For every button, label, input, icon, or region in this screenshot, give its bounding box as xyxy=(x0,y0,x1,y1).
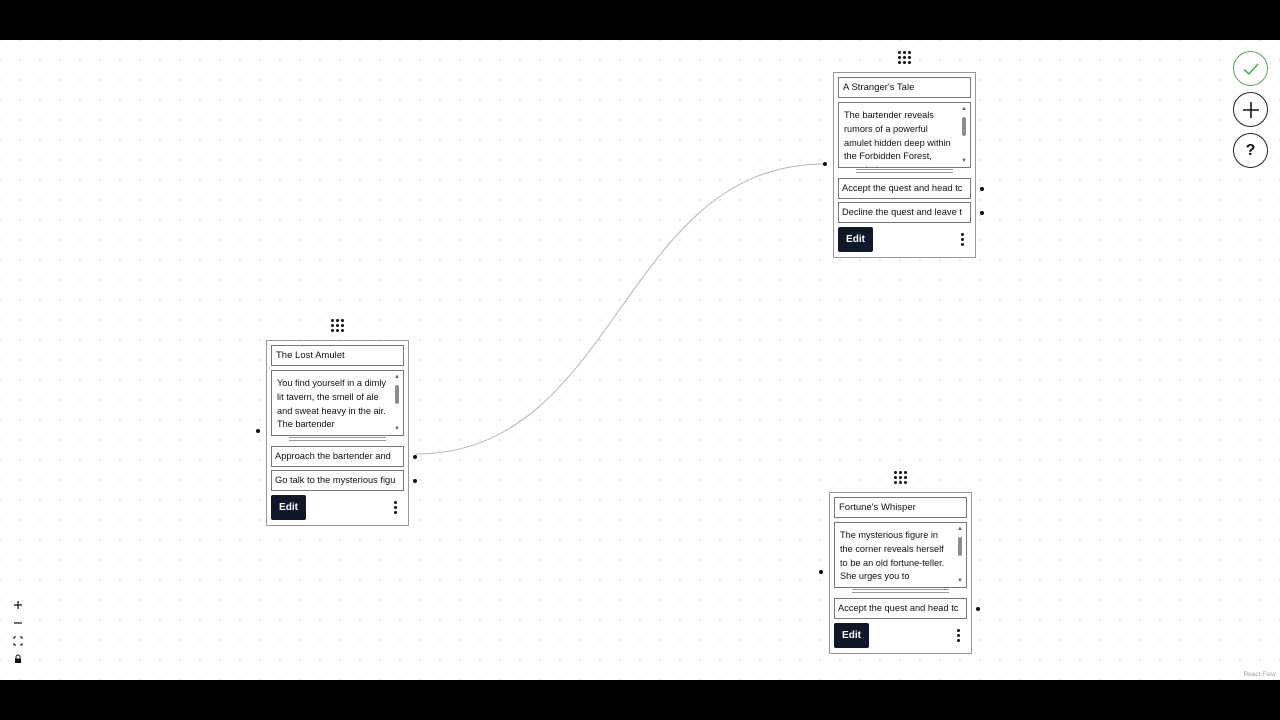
node-title-input[interactable] xyxy=(838,77,971,98)
story-text-area[interactable]: You find yourself in a dimly lit tavern,… xyxy=(271,370,404,436)
check-icon xyxy=(1242,62,1259,75)
choice-item[interactable]: Accept the quest and head tc xyxy=(838,178,984,199)
story-text-area[interactable]: The bartender reveals rumors of a powerf… xyxy=(838,102,971,168)
save-button[interactable] xyxy=(1233,51,1268,86)
resize-grip[interactable] xyxy=(852,588,949,595)
story-node[interactable]: The bartender reveals rumors of a powerf… xyxy=(823,50,984,258)
choice-item[interactable]: Accept the quest and head tc xyxy=(834,598,980,619)
flow-controls xyxy=(9,596,27,668)
node-footer: Edit xyxy=(271,495,404,520)
scroll-thumb[interactable] xyxy=(958,537,962,556)
target-handle[interactable] xyxy=(823,162,827,166)
scroll-up-arrow-icon[interactable]: ▲ xyxy=(394,374,400,380)
more-options-icon[interactable] xyxy=(388,498,402,518)
choice-text: Accept the quest and head tc xyxy=(838,603,959,613)
story-text: The bartender reveals rumors of a powerf… xyxy=(844,110,951,167)
scrollbar[interactable]: ▲ ▼ xyxy=(394,374,400,432)
resize-grip[interactable] xyxy=(289,436,386,443)
choice-text: Decline the quest and leave t xyxy=(842,207,962,217)
choice-item[interactable]: Decline the quest and leave t xyxy=(838,202,984,223)
lock-icon xyxy=(15,654,21,663)
add-node-button[interactable] xyxy=(1233,92,1268,127)
source-handle[interactable] xyxy=(413,455,417,459)
choice-text: Accept the quest and head tc xyxy=(842,183,963,193)
edit-button[interactable]: Edit xyxy=(838,227,873,252)
react-flow-attribution[interactable]: React Flow xyxy=(1243,671,1276,678)
edges-layer xyxy=(414,163,826,455)
node-footer: Edit xyxy=(838,227,971,252)
minus-icon xyxy=(14,622,22,624)
scroll-down-arrow-icon[interactable]: ▼ xyxy=(957,578,963,584)
scrollbar[interactable]: ▲ ▼ xyxy=(961,106,967,164)
zoom-in-button[interactable] xyxy=(9,596,27,614)
fit-view-button[interactable] xyxy=(9,632,27,650)
help-label: ? xyxy=(1245,141,1256,159)
node-card: The bartender reveals rumors of a powerf… xyxy=(833,72,984,258)
source-handle[interactable] xyxy=(976,607,980,611)
flow-canvas[interactable]: You find yourself in a dimly lit tavern,… xyxy=(0,40,1280,680)
more-options-icon[interactable] xyxy=(951,626,965,646)
drag-handle-icon[interactable] xyxy=(894,470,908,484)
source-handle[interactable] xyxy=(980,187,984,191)
scroll-up-arrow-icon[interactable]: ▲ xyxy=(961,106,967,112)
choice-item[interactable]: Go talk to the mysterious figu xyxy=(271,470,417,491)
scroll-down-arrow-icon[interactable]: ▼ xyxy=(961,158,967,164)
right-toolbar: ? xyxy=(1233,51,1268,174)
zoom-out-button[interactable] xyxy=(9,614,27,632)
drag-handle-icon[interactable] xyxy=(898,50,912,64)
scroll-thumb[interactable] xyxy=(962,117,966,136)
scroll-down-arrow-icon[interactable]: ▼ xyxy=(394,426,400,432)
scroll-thumb[interactable] xyxy=(395,385,399,404)
story-text: The mysterious figure in the corner reve… xyxy=(840,530,945,582)
node-title-input[interactable] xyxy=(834,497,967,518)
help-button[interactable]: ? xyxy=(1233,133,1268,168)
more-options-icon[interactable] xyxy=(955,230,969,250)
source-handle[interactable] xyxy=(413,479,417,483)
choice-text: Go talk to the mysterious figu xyxy=(275,475,396,485)
edit-button[interactable]: Edit xyxy=(271,495,306,520)
choice-item[interactable]: Approach the bartender and xyxy=(271,446,417,467)
target-handle[interactable] xyxy=(819,570,823,574)
edit-button[interactable]: Edit xyxy=(834,623,869,648)
choice-text: Approach the bartender and xyxy=(275,451,391,461)
story-node[interactable]: The mysterious figure in the corner reve… xyxy=(819,470,980,654)
plus-icon xyxy=(14,601,22,609)
source-handle[interactable] xyxy=(980,211,984,215)
story-node[interactable]: You find yourself in a dimly lit tavern,… xyxy=(256,318,417,526)
plus-icon xyxy=(1242,101,1259,118)
drag-handle-icon[interactable] xyxy=(331,318,345,332)
fit-view-icon xyxy=(13,636,23,646)
scroll-up-arrow-icon[interactable]: ▲ xyxy=(957,526,963,532)
target-handle[interactable] xyxy=(256,429,260,433)
node-title-input[interactable] xyxy=(271,345,404,366)
node-footer: Edit xyxy=(834,623,967,648)
node-card: The mysterious figure in the corner reve… xyxy=(829,492,980,654)
resize-grip[interactable] xyxy=(856,168,953,175)
story-text: You find yourself in a dimly lit tavern,… xyxy=(277,378,386,430)
scrollbar[interactable]: ▲ ▼ xyxy=(957,526,963,584)
lock-button[interactable] xyxy=(9,650,27,668)
edge-lost-amulet-to-strangers-tale[interactable] xyxy=(414,163,826,455)
node-card: You find yourself in a dimly lit tavern,… xyxy=(266,340,417,526)
story-text-area[interactable]: The mysterious figure in the corner reve… xyxy=(834,522,967,588)
